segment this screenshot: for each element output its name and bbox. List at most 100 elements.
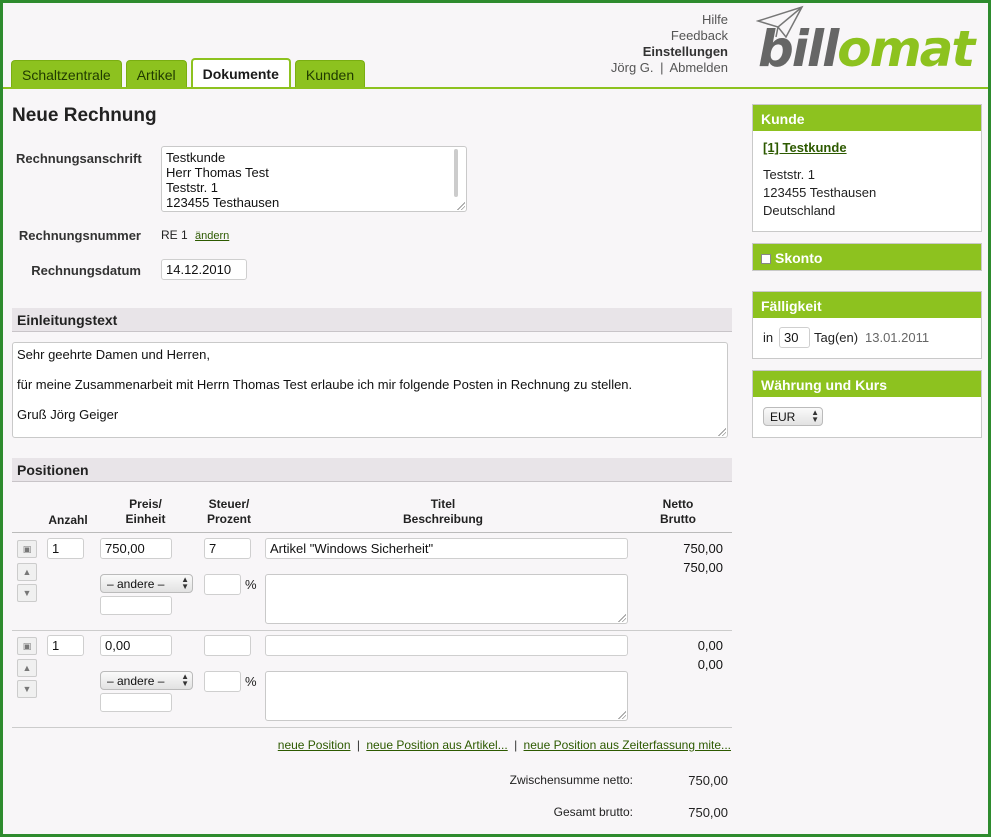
unit-select-value: – andere – xyxy=(107,674,165,688)
price-input[interactable]: 0,00 xyxy=(100,635,172,656)
intro-line: für meine Zusammenarbeit mit Herrn Thoma… xyxy=(17,377,633,392)
logo-wordmark: billomat xyxy=(758,19,975,79)
currency-box: Währung und Kurs EUR ▲ ▼ xyxy=(752,370,982,438)
title-input[interactable] xyxy=(265,635,628,656)
col-tax-line2: Prozent xyxy=(206,512,251,526)
number-label: Rechnungsnummer xyxy=(18,228,141,243)
total-label: Gesamt brutto: xyxy=(553,805,633,819)
main-tabs: Schaltzentrale Artikel Dokumente Kunden xyxy=(11,58,366,87)
gross-value: 750,00 xyxy=(683,560,723,575)
col-price-line2: Einheit xyxy=(125,512,166,526)
address-textarea[interactable]: Testkunde Herr Thomas Test Teststr. 1 12… xyxy=(161,146,467,212)
customer-line: Teststr. 1 xyxy=(763,167,816,182)
unit-custom-input[interactable] xyxy=(100,596,172,615)
row-divider xyxy=(12,630,732,631)
customer-line: 123455 Testhausen xyxy=(763,185,877,200)
tab-artikel[interactable]: Artikel xyxy=(125,60,187,87)
date-input[interactable]: 14.12.2010 xyxy=(161,259,247,280)
help-link[interactable]: Hilfe xyxy=(611,12,728,28)
discount-box: Skonto xyxy=(752,243,982,271)
col-title-line1: Titel xyxy=(430,497,456,511)
unit-custom-input[interactable] xyxy=(100,693,172,712)
description-textarea[interactable] xyxy=(265,574,628,624)
resize-handle-icon[interactable] xyxy=(718,428,726,436)
delete-icon[interactable]: ▣ xyxy=(17,540,37,558)
due-heading: Fälligkeit xyxy=(753,292,981,318)
feedback-link[interactable]: Feedback xyxy=(611,28,728,44)
col-tax-line1: Steuer/ xyxy=(208,497,250,511)
table-header-divider xyxy=(12,532,732,533)
tab-dokumente[interactable]: Dokumente xyxy=(190,58,291,87)
currency-value: EUR xyxy=(770,410,796,424)
title-input[interactable]: Artikel "Windows Sicherheit" xyxy=(265,538,628,559)
col-title-line2: Beschreibung xyxy=(402,512,483,526)
net-value: 0,00 xyxy=(697,638,723,653)
unit-select[interactable]: – andere – ▲ ▼ xyxy=(100,574,193,593)
move-down-icon[interactable]: ▼ xyxy=(17,584,37,602)
move-up-icon[interactable]: ▲ xyxy=(17,659,37,677)
intro-line: Gruß Jörg Geiger xyxy=(17,407,119,422)
add-position-links: neue Position | neue Position aus Artike… xyxy=(278,738,731,752)
net-value: 750,00 xyxy=(683,541,723,556)
resize-handle-icon[interactable] xyxy=(457,202,465,210)
due-prefix: in xyxy=(763,330,774,345)
price-input[interactable]: 750,00 xyxy=(100,538,172,559)
gross-value: 0,00 xyxy=(697,657,723,672)
tab-underline xyxy=(3,87,988,89)
invoice-number: RE 1 xyxy=(161,228,188,242)
due-box: Fälligkeit in 30 Tag(en) 13.01.2011 xyxy=(752,291,982,359)
tab-schaltzentrale[interactable]: Schaltzentrale xyxy=(11,60,122,87)
move-up-icon[interactable]: ▲ xyxy=(17,563,37,581)
new-position-link[interactable]: neue Position xyxy=(278,738,351,752)
positions-heading: Positionen xyxy=(12,458,732,482)
page-title: Neue Rechnung xyxy=(12,105,157,126)
number-row: RE 1 ändern xyxy=(161,228,229,242)
address-line: Herr Thomas Test xyxy=(166,165,269,180)
pct-label: % xyxy=(245,577,257,592)
tax-input[interactable]: 7 xyxy=(204,538,251,559)
address-line: 123455 Testhausen xyxy=(166,195,280,210)
address-scrollbar[interactable] xyxy=(454,149,458,197)
customer-body: [1] Testkunde Teststr. 1 123455 Testhaus… xyxy=(753,131,981,228)
col-price-line1: Preis/ xyxy=(129,497,162,511)
currency-select[interactable]: EUR ▲ ▼ xyxy=(763,407,823,426)
tax-pct-input[interactable] xyxy=(204,671,241,692)
user-row: Jörg G. | Abmelden xyxy=(611,60,728,76)
date-label: Rechnungsdatum xyxy=(31,263,141,278)
intro-textarea[interactable]: Sehr geehrte Damen und Herren, für meine… xyxy=(12,342,728,438)
logo-part-bill: bill xyxy=(758,20,839,78)
move-down-icon[interactable]: ▼ xyxy=(17,680,37,698)
qty-input[interactable]: 1 xyxy=(47,635,84,656)
billomat-logo[interactable]: billomat xyxy=(756,5,981,81)
address-label: Rechnungsanschrift xyxy=(16,151,142,166)
due-days-input[interactable]: 30 xyxy=(779,327,810,348)
discount-heading[interactable]: Skonto xyxy=(753,244,981,270)
tax-pct-input[interactable] xyxy=(204,574,241,595)
logout-link[interactable]: Abmelden xyxy=(669,60,728,75)
link-separator: | xyxy=(514,738,518,752)
tax-input[interactable] xyxy=(204,635,251,656)
unit-select-value: – andere – xyxy=(107,577,165,591)
tab-kunden[interactable]: Kunden xyxy=(294,60,366,87)
discount-checkbox[interactable] xyxy=(761,254,771,264)
new-position-from-time-tracking-link[interactable]: neue Position aus Zeiterfassung mite... xyxy=(524,738,731,752)
resize-handle-icon[interactable] xyxy=(618,614,626,622)
intro-heading: Einleitungstext xyxy=(12,308,732,332)
top-links: Hilfe Feedback Einstellungen Jörg G. | A… xyxy=(611,12,728,76)
user-link[interactable]: Jörg G. xyxy=(611,60,654,75)
settings-link[interactable]: Einstellungen xyxy=(611,44,728,60)
qty-input[interactable]: 1 xyxy=(47,538,84,559)
resize-handle-icon[interactable] xyxy=(618,711,626,719)
due-unit: Tag(en) xyxy=(814,330,859,345)
total-value: 750,00 xyxy=(688,805,728,820)
unit-select[interactable]: – andere – ▲ ▼ xyxy=(100,671,193,690)
delete-icon[interactable]: ▣ xyxy=(17,637,37,655)
customer-box: Kunde [1] Testkunde Teststr. 1 123455 Te… xyxy=(752,104,982,232)
customer-link[interactable]: [1] Testkunde xyxy=(763,139,971,157)
currency-body: EUR ▲ ▼ xyxy=(753,397,981,437)
change-number-link[interactable]: ändern xyxy=(195,230,229,242)
col-title: Titel Beschreibung xyxy=(343,497,543,527)
due-date: 13.01.2011 xyxy=(865,330,930,345)
new-position-from-article-link[interactable]: neue Position aus Artikel... xyxy=(366,738,507,752)
description-textarea[interactable] xyxy=(265,671,628,721)
